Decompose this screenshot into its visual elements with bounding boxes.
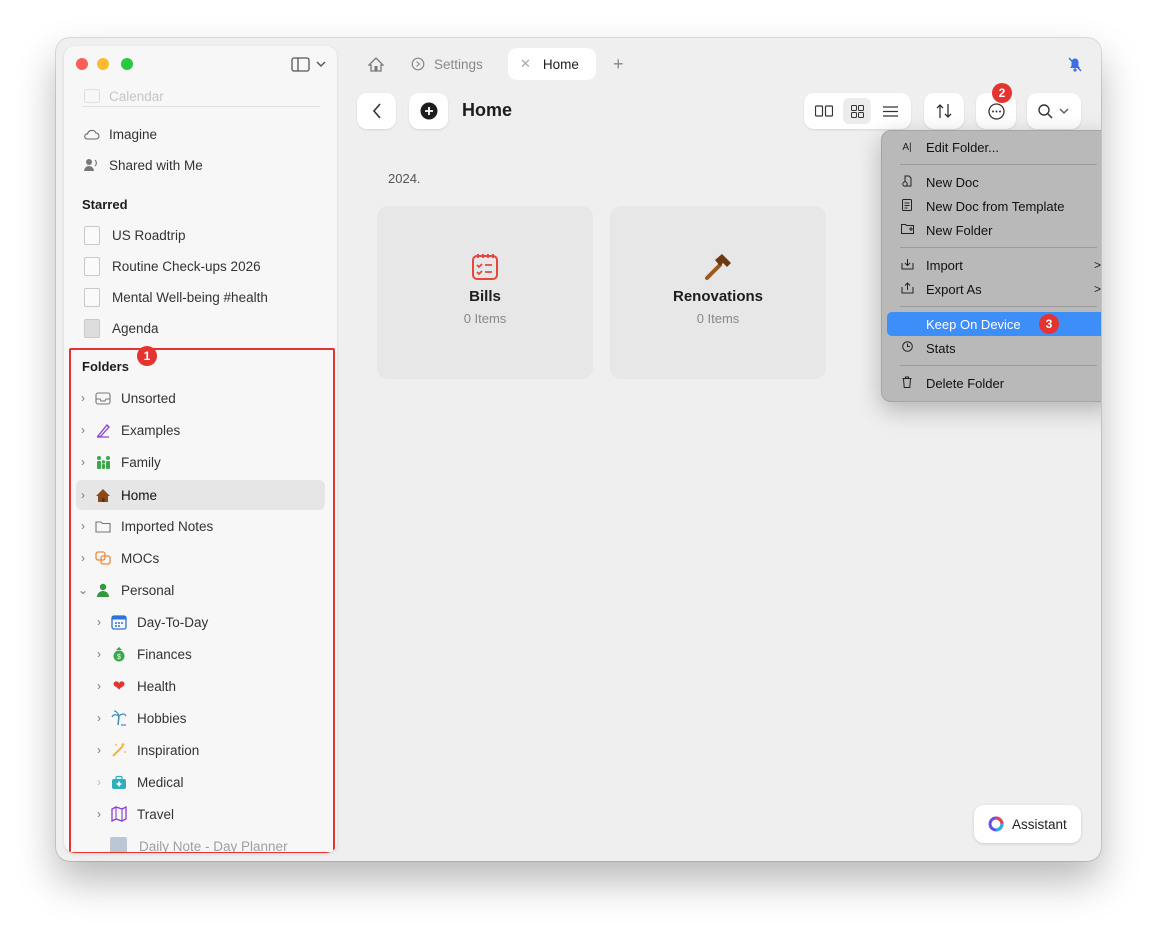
bills-checklist-icon [472, 254, 498, 280]
search-icon [1038, 103, 1053, 119]
folder-card-bills[interactable]: Bills 0 Items [377, 206, 593, 379]
cloud-icon [82, 125, 100, 143]
hammer-icon [705, 254, 731, 280]
sidebar-toggle-button[interactable] [291, 57, 331, 73]
tab-home-icon[interactable] [368, 48, 384, 80]
menu-item-new-folder[interactable]: New Folder [887, 218, 1101, 242]
add-button[interactable] [409, 93, 448, 129]
starred-header: Starred [82, 197, 128, 212]
new-tab-button[interactable]: + [613, 48, 624, 80]
menu-divider [900, 164, 1097, 165]
menu-item-stats[interactable]: Stats [887, 336, 1101, 360]
assistant-button[interactable]: Assistant [974, 805, 1081, 843]
sidebar-item-shared[interactable]: Shared with Me [82, 151, 337, 179]
menu-item-export-as[interactable]: Export As > [887, 277, 1101, 301]
highlight-box [69, 348, 335, 853]
menu-item-new-doc[interactable]: New Doc [887, 170, 1101, 194]
trash-icon [900, 376, 914, 391]
list-view-button[interactable] [876, 99, 904, 123]
tab-home[interactable]: ✕ Home [508, 48, 596, 80]
starred-item[interactable]: Mental Well-being #health [84, 283, 337, 311]
document-icon [84, 225, 100, 245]
menu-item-import[interactable]: Import > [887, 253, 1101, 277]
document-icon [84, 287, 100, 307]
sidebar-layout-icon [291, 57, 326, 72]
year-label: 2024. [388, 171, 421, 186]
starred-item[interactable]: US Roadtrip [84, 221, 337, 249]
close-tab-icon[interactable]: ✕ [520, 56, 531, 72]
close-window-button[interactable] [76, 58, 88, 70]
document-icon [84, 256, 100, 276]
shared-people-icon [82, 156, 100, 174]
new-doc-icon [900, 175, 914, 190]
search-button[interactable] [1027, 93, 1081, 129]
settings-icon [411, 57, 425, 71]
house-icon [368, 56, 384, 72]
rename-icon: A| [902, 141, 912, 153]
image-document-icon [84, 318, 100, 338]
menu-item-delete-folder[interactable]: Delete Folder [887, 371, 1101, 395]
zoom-window-button[interactable] [121, 58, 133, 70]
back-button[interactable] [357, 93, 396, 129]
sort-arrows-icon [936, 104, 952, 118]
sidebar: Calendar Imagine Shared with Me Starred … [64, 46, 337, 853]
list-view-icon [882, 105, 898, 117]
divider [82, 106, 320, 107]
board-view-icon [815, 105, 833, 117]
export-icon [900, 281, 914, 297]
menu-divider [900, 247, 1097, 248]
chevron-right-icon: > [1093, 282, 1101, 296]
plus-circle-icon [420, 102, 437, 120]
more-options-menu: A| Edit Folder... New Doc New Doc from T… [881, 130, 1101, 402]
grid-view-icon [850, 104, 864, 118]
sidebar-item-imagine[interactable]: Imagine [82, 120, 337, 148]
bell-slash-icon [1068, 56, 1082, 72]
sort-button[interactable] [924, 93, 964, 129]
menu-divider [900, 365, 1097, 366]
chevron-right-icon: > [1093, 258, 1101, 272]
app-window: Calendar Imagine Shared with Me Starred … [56, 38, 1101, 861]
menu-divider [900, 306, 1097, 307]
ellipsis-circle-icon [987, 102, 1005, 120]
view-mode-group [804, 93, 911, 129]
menu-item-keep-on-device[interactable]: Keep On Device [887, 312, 1101, 336]
page-title: Home [462, 100, 513, 120]
import-icon [900, 258, 914, 273]
new-folder-icon [900, 223, 914, 237]
template-icon [900, 198, 914, 214]
annotation-badge-3: 3 [1039, 314, 1059, 334]
grid-view-button[interactable] [843, 98, 871, 124]
menu-item-edit-folder[interactable]: A| Edit Folder... [887, 135, 1101, 159]
starred-item[interactable]: Routine Check-ups 2026 [84, 252, 337, 280]
folder-card-renovations[interactable]: Renovations 0 Items [610, 206, 826, 379]
menu-item-new-doc-template[interactable]: New Doc from Template [887, 194, 1101, 218]
board-view-button[interactable] [810, 99, 838, 123]
chevron-left-icon [372, 103, 381, 119]
minimize-window-button[interactable] [97, 58, 109, 70]
notifications-off-button[interactable] [1067, 48, 1083, 80]
assistant-ring-icon [988, 816, 1004, 832]
clock-icon [900, 341, 914, 355]
annotation-badge-2: 2 [992, 83, 1012, 103]
tab-settings[interactable]: Settings [411, 48, 483, 80]
starred-item[interactable]: Agenda [84, 314, 337, 342]
chevron-down-icon [1059, 108, 1069, 114]
calendar-icon [84, 89, 100, 103]
